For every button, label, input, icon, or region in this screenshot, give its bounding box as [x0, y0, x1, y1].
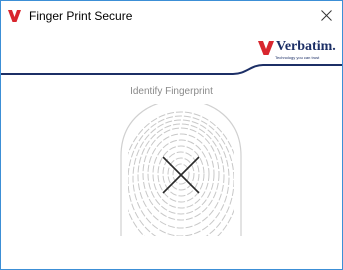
brand-tagline: Technology you can trust [275, 55, 320, 60]
app-window: Finger Print Secure Verbatim. Technology… [0, 0, 343, 270]
header-divider-curve [1, 64, 342, 75]
title-bar[interactable]: Finger Print Secure [1, 1, 342, 29]
fingerprint-scan-area [120, 104, 242, 236]
close-button[interactable] [310, 1, 342, 29]
close-icon [320, 9, 332, 21]
verbatim-logo-mark-icon [258, 41, 274, 55]
brand-name: Verbatim. [276, 39, 336, 54]
brand-logo: Verbatim. Technology you can trust [258, 39, 340, 65]
window-title: Finger Print Secure [29, 9, 133, 23]
identify-prompt: Identify Fingerprint [130, 86, 213, 97]
fingerprint-icon [120, 104, 242, 236]
verbatim-v-icon [8, 10, 21, 22]
